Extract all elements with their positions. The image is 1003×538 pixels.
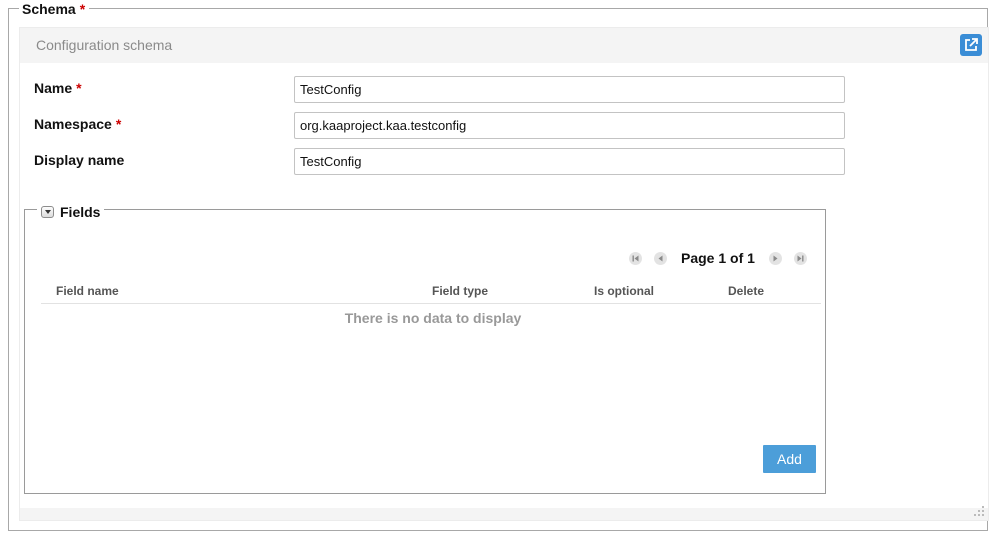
schema-fieldset: Schema* Configuration schema Name* Names… [8,1,989,531]
fields-title: Fields [60,204,101,220]
open-schema-button[interactable] [960,34,982,56]
name-input[interactable] [294,76,845,103]
first-page-icon [632,255,639,261]
fields-fieldset: Fields Page 1 of 1 Field name Field type… [24,204,826,494]
display-name-input[interactable] [294,148,845,175]
last-page-button[interactable] [793,251,807,265]
panel-title: Configuration schema [36,37,173,53]
name-label: Name * [34,80,82,96]
fields-legend: Fields [37,204,105,220]
namespace-label: Namespace * [34,116,121,132]
previous-page-button[interactable] [654,251,667,265]
table-header-divider [41,303,821,304]
configuration-schema-panel: Configuration schema Name* Namespace* Di… [19,27,989,521]
display-name-label: Display name [34,152,125,168]
namespace-input[interactable] [294,112,845,139]
column-header-field-name[interactable]: Field name [56,284,119,298]
column-header-delete[interactable]: Delete [728,284,764,298]
schema-legend-label: Schema [22,1,76,17]
first-page-button[interactable] [629,251,642,265]
resize-grip-icon[interactable] [973,505,985,517]
next-page-icon [773,255,778,261]
pager: Page 1 of 1 [623,248,813,268]
schema-legend: Schema * [19,1,90,17]
panel-header: Configuration schema [20,28,988,62]
required-asterisk: * [115,116,122,132]
namespace-label-text: Namespace [34,116,112,132]
name-label-text: Name [34,80,73,96]
collapse-toggle-icon[interactable] [41,206,54,218]
next-page-button[interactable] [768,251,782,265]
add-field-button[interactable]: Add [763,445,816,473]
empty-table-message: There is no data to display [344,310,522,326]
external-link-icon [965,38,978,51]
required-asterisk: * [79,1,86,17]
page-indicator: Page 1 of 1 [681,250,755,266]
column-header-field-type[interactable]: Field type [432,284,488,298]
panel-body: Name* Namespace* Display name Fields [20,63,988,508]
column-header-is-optional[interactable]: Is optional [594,284,654,298]
required-asterisk: * [76,80,82,96]
previous-page-icon [658,255,663,261]
last-page-icon [797,255,804,261]
